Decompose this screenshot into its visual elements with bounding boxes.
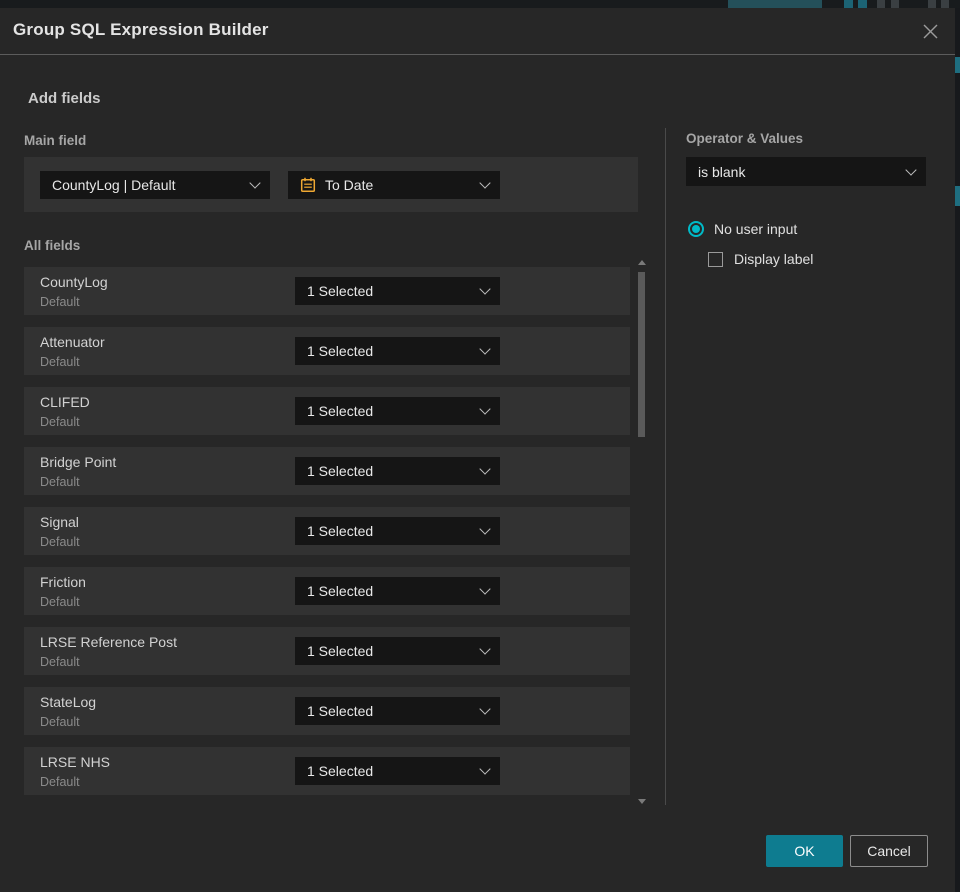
operator-dropdown[interactable]: is blank <box>686 157 926 186</box>
field-selected-dropdown[interactable]: 1 Selected <box>295 457 500 485</box>
field-selected-dropdown[interactable]: 1 Selected <box>295 637 500 665</box>
field-row: Friction Default 1 Selected <box>24 567 630 615</box>
field-selected-dropdown[interactable]: 1 Selected <box>295 577 500 605</box>
field-name: Bridge Point <box>40 454 117 470</box>
radio-icon <box>688 221 704 237</box>
field-subtitle: Default <box>40 655 80 669</box>
chevron-down-icon <box>479 283 491 295</box>
field-row: Bridge Point Default 1 Selected <box>24 447 630 495</box>
display-label-checkbox[interactable]: Display label <box>708 251 813 267</box>
operator-dropdown-value: is blank <box>698 163 746 180</box>
field-row: LRSE Reference Post Default 1 Selected <box>24 627 630 675</box>
toolbar-fragment <box>877 0 885 8</box>
add-fields-heading: Add fields <box>28 90 101 107</box>
all-fields-list: CountyLog Default 1 Selected Attenuator … <box>24 267 630 807</box>
toolbar-fragment <box>844 0 853 8</box>
field-selected-value: 1 Selected <box>307 403 374 419</box>
sliver-fragment <box>955 57 960 73</box>
ok-button[interactable]: OK <box>766 835 843 867</box>
chevron-down-icon <box>479 583 491 595</box>
field-subtitle: Default <box>40 595 80 609</box>
scroll-up-icon[interactable] <box>638 260 646 265</box>
panel-divider <box>665 128 666 805</box>
field-selected-dropdown[interactable]: 1 Selected <box>295 697 500 725</box>
field-name: LRSE Reference Post <box>40 634 177 650</box>
field-selected-dropdown[interactable]: 1 Selected <box>295 517 500 545</box>
main-attribute-dropdown-value: To Date <box>325 177 374 193</box>
field-selected-dropdown[interactable]: 1 Selected <box>295 277 500 305</box>
main-field-box: CountyLog | Default To Date <box>24 157 638 212</box>
field-row: CLIFED Default 1 Selected <box>24 387 630 435</box>
scroll-down-icon[interactable] <box>638 799 646 804</box>
field-selected-value: 1 Selected <box>307 283 374 299</box>
field-selected-dropdown[interactable]: 1 Selected <box>295 757 500 785</box>
field-row: LRSE NHS Default 1 Selected <box>24 747 630 795</box>
live-view-button[interactable]: Live view <box>728 0 822 8</box>
field-row: Attenuator Default 1 Selected <box>24 327 630 375</box>
scrollbar-thumb[interactable] <box>638 272 645 437</box>
field-selected-dropdown[interactable]: 1 Selected <box>295 397 500 425</box>
chevron-down-icon <box>479 703 491 715</box>
operator-values-label: Operator & Values <box>686 131 804 146</box>
no-user-input-radio[interactable]: No user input <box>688 221 797 237</box>
field-row: StateLog Default 1 Selected <box>24 687 630 735</box>
dialog-header: Group SQL Expression Builder <box>0 8 955 55</box>
field-name: StateLog <box>40 694 97 710</box>
main-field-dropdown-value: CountyLog | Default <box>52 177 176 193</box>
toolbar-fragment <box>928 0 936 8</box>
field-name: Signal <box>40 514 79 530</box>
checkbox-icon <box>708 251 723 267</box>
chevron-down-icon <box>479 343 491 355</box>
field-selected-value: 1 Selected <box>307 583 374 599</box>
field-subtitle: Default <box>40 475 80 489</box>
background-toolbar-strip: Live view <box>0 0 960 8</box>
field-selected-value: 1 Selected <box>307 463 374 479</box>
field-subtitle: Default <box>40 775 80 789</box>
field-name: CountyLog <box>40 274 108 290</box>
field-subtitle: Default <box>40 355 80 369</box>
field-row: Signal Default 1 Selected <box>24 507 630 555</box>
main-field-dropdown[interactable]: CountyLog | Default <box>40 171 270 199</box>
field-selected-value: 1 Selected <box>307 643 374 659</box>
chevron-down-icon <box>249 177 261 189</box>
chevron-down-icon <box>479 643 491 655</box>
close-button[interactable] <box>920 21 940 41</box>
sliver-fragment <box>955 186 960 206</box>
field-name: LRSE NHS <box>40 754 111 770</box>
chevron-down-icon <box>479 177 491 189</box>
field-selected-value: 1 Selected <box>307 343 374 359</box>
main-field-label: Main field <box>24 133 87 148</box>
dialog-title: Group SQL Expression Builder <box>13 20 269 39</box>
chevron-down-icon <box>905 163 917 176</box>
all-fields-label: All fields <box>24 238 81 253</box>
chevron-down-icon <box>479 463 491 475</box>
field-selected-value: 1 Selected <box>307 703 374 719</box>
toolbar-fragment <box>941 0 949 8</box>
field-row: CountyLog Default 1 Selected <box>24 267 630 315</box>
toolbar-fragment <box>858 0 867 8</box>
chevron-down-icon <box>479 763 491 775</box>
field-subtitle: Default <box>40 415 80 429</box>
field-subtitle: Default <box>40 295 80 309</box>
toolbar-fragment <box>891 0 899 8</box>
chevron-down-icon <box>479 523 491 535</box>
display-label-label: Display label <box>734 251 814 267</box>
field-name: Attenuator <box>40 334 105 350</box>
field-subtitle: Default <box>40 715 80 729</box>
group-sql-expression-builder-dialog: Group SQL Expression Builder Add fields … <box>0 8 955 892</box>
fields-scrollbar[interactable] <box>636 256 648 808</box>
field-selected-value: 1 Selected <box>307 523 374 539</box>
field-name: Friction <box>40 574 86 590</box>
calendar-icon <box>300 177 316 193</box>
background-right-sliver <box>955 8 960 892</box>
field-subtitle: Default <box>40 535 80 549</box>
no-user-input-label: No user input <box>714 221 798 237</box>
chevron-down-icon <box>479 403 491 415</box>
main-attribute-dropdown[interactable]: To Date <box>288 171 500 199</box>
field-name: CLIFED <box>40 394 90 410</box>
close-icon <box>923 24 937 38</box>
field-selected-dropdown[interactable]: 1 Selected <box>295 337 500 365</box>
field-selected-value: 1 Selected <box>307 763 374 779</box>
cancel-button[interactable]: Cancel <box>850 835 928 867</box>
